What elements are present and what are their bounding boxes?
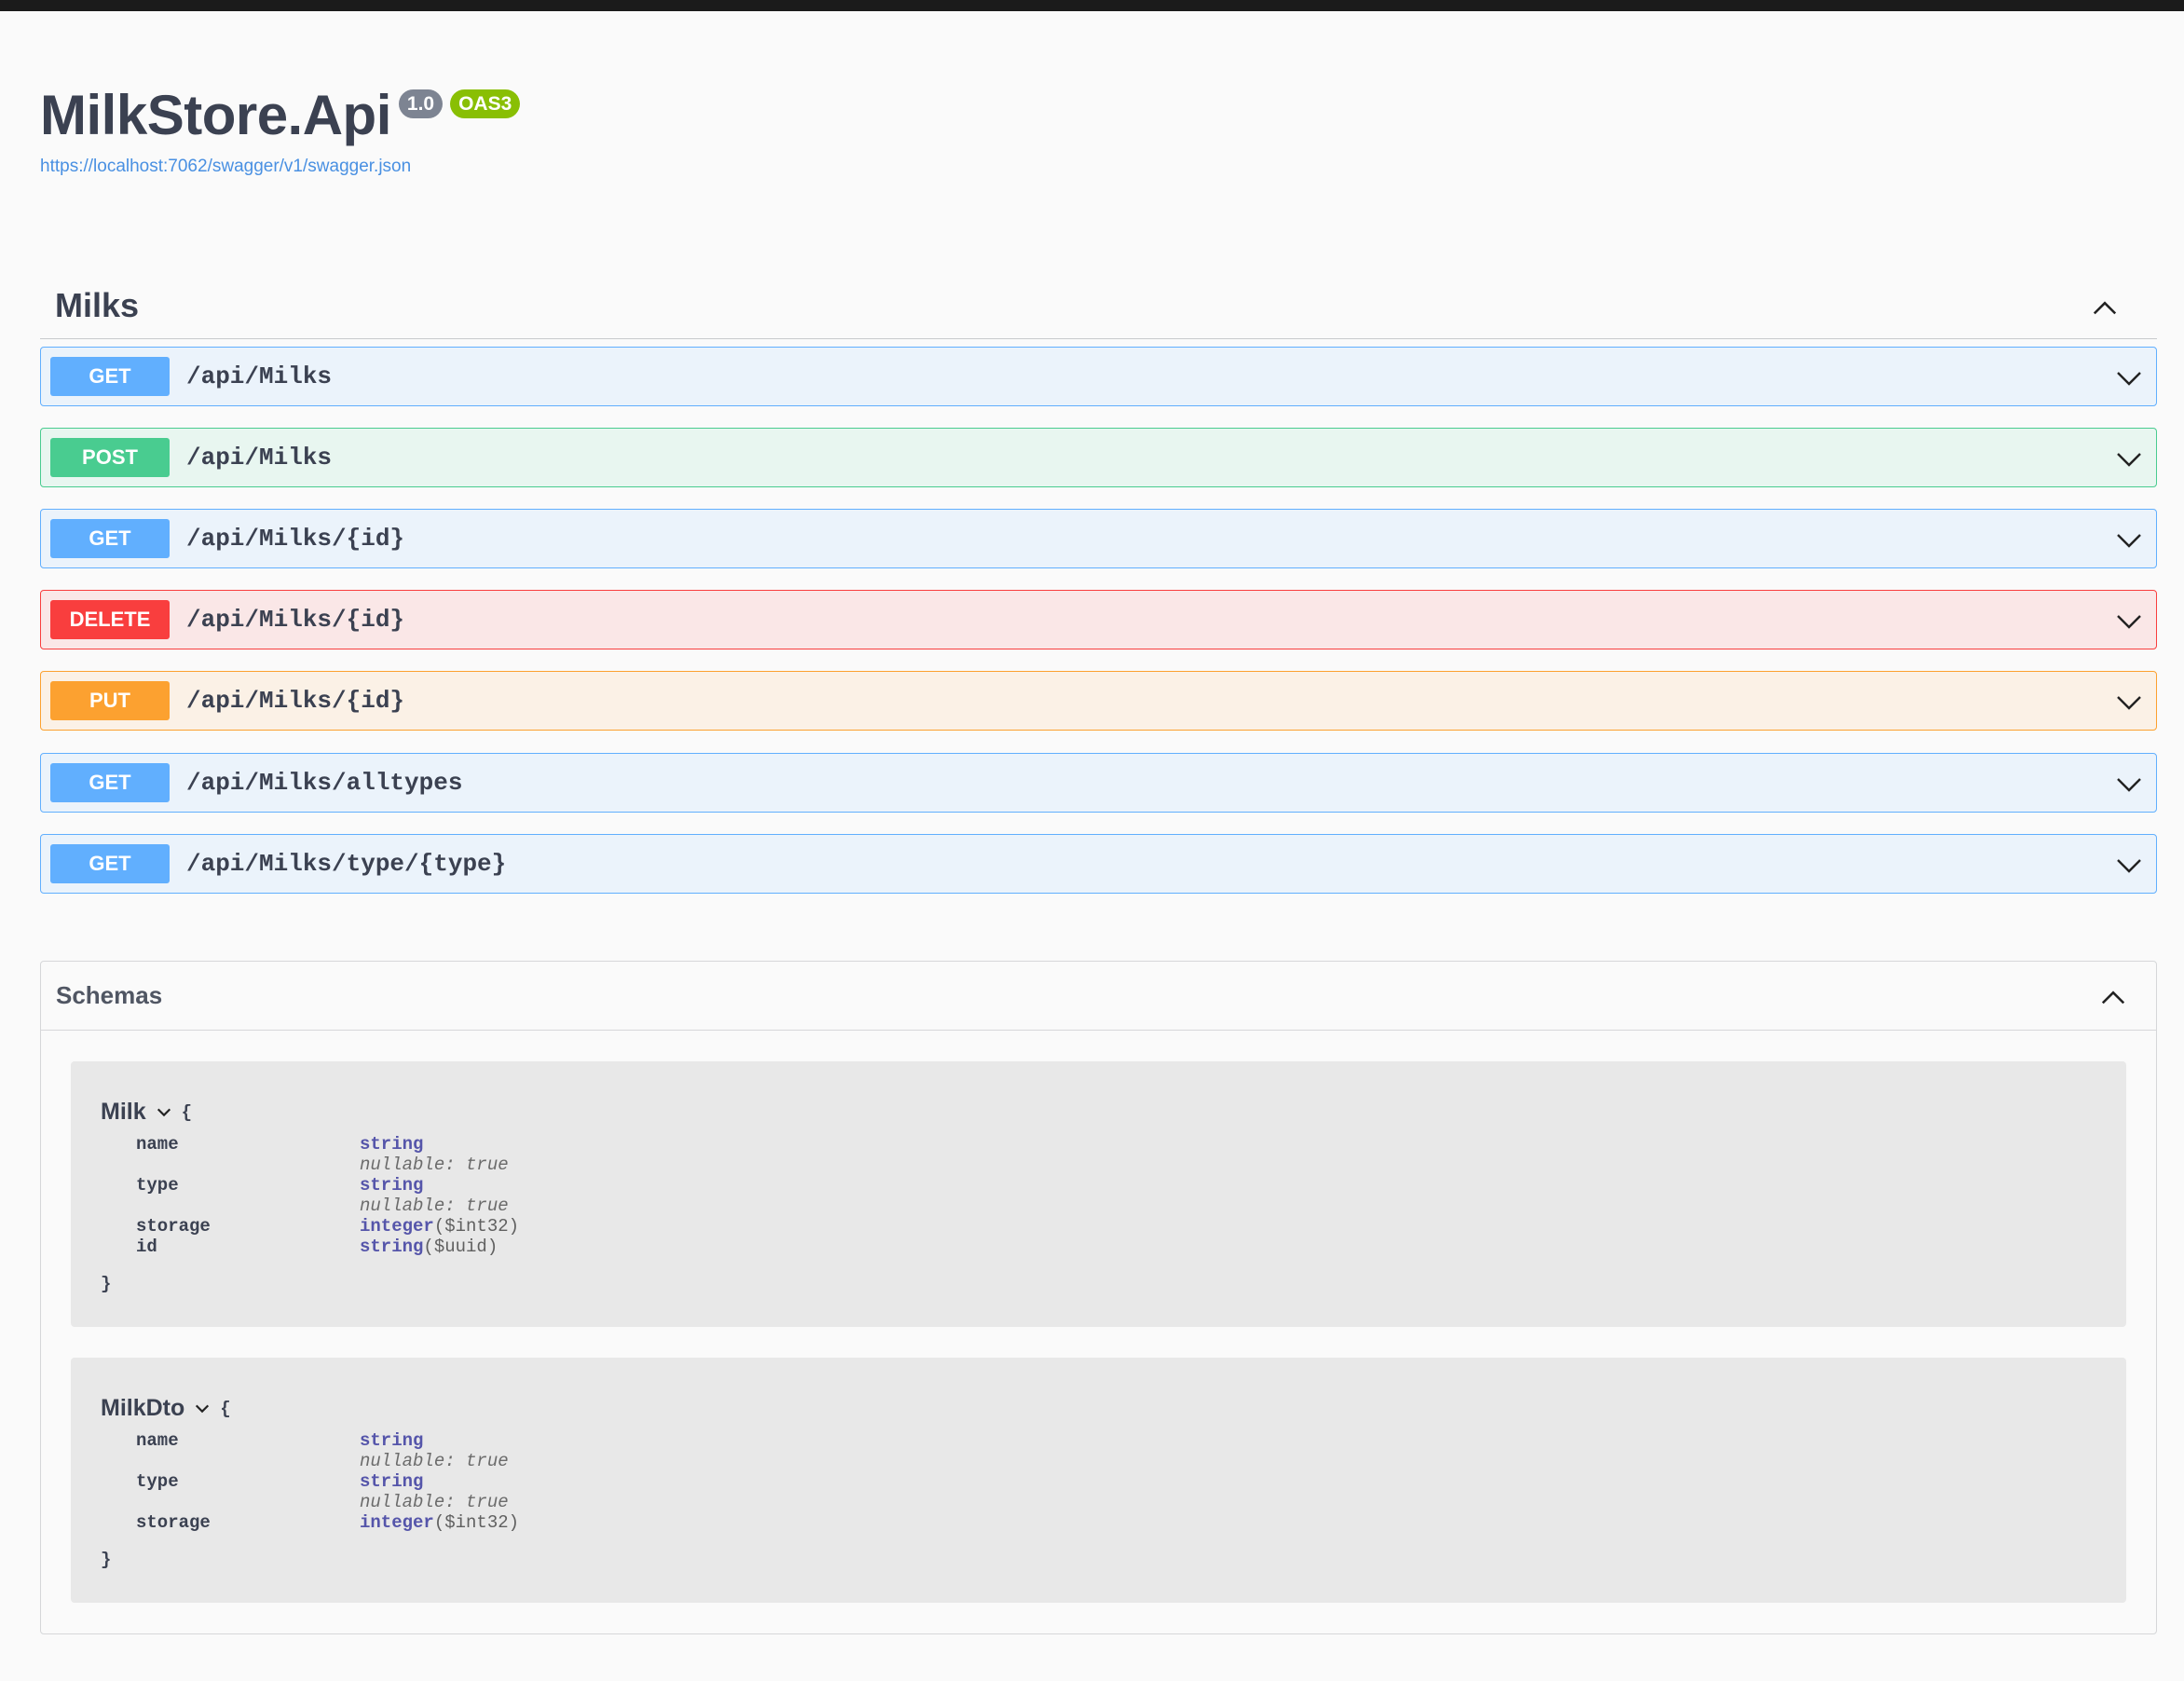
- operation-get-by-type[interactable]: GET /api/Milks/type/{type}: [40, 834, 2157, 894]
- tag-section-header[interactable]: Milks: [40, 272, 2157, 339]
- schemas-section: Schemas Milk { name string nullable: tru…: [40, 961, 2157, 1634]
- property-name: storage: [136, 1512, 211, 1533]
- method-badge: PUT: [50, 681, 170, 720]
- schemas-title: Schemas: [56, 981, 163, 1009]
- schemas-header[interactable]: Schemas: [41, 962, 2156, 1031]
- open-brace: {: [181, 1101, 193, 1123]
- chevron-down-icon[interactable]: [156, 1104, 172, 1121]
- chevron-down-icon[interactable]: [2115, 608, 2143, 636]
- operation-post-milks[interactable]: POST /api/Milks: [40, 428, 2157, 487]
- property-type: string: [360, 1175, 424, 1196]
- property-nullable: nullable: true: [360, 1196, 509, 1216]
- chevron-up-icon[interactable]: [2090, 293, 2120, 322]
- operation-path: /api/Milks/{id}: [186, 525, 405, 553]
- property-type: string($uuid): [360, 1237, 498, 1257]
- operation-path: /api/Milks/type/{type}: [186, 850, 507, 878]
- chevron-down-icon[interactable]: [2115, 526, 2143, 554]
- oas-badge: OAS3: [450, 89, 521, 118]
- property-name: storage: [136, 1216, 211, 1237]
- open-brace: {: [220, 1398, 231, 1419]
- top-bar: [0, 0, 2184, 11]
- model-header[interactable]: Milk {: [101, 1099, 192, 1126]
- method-badge: GET: [50, 519, 170, 558]
- operation-path: /api/Milks/{id}: [186, 687, 405, 715]
- property-nullable: nullable: true: [360, 1155, 509, 1175]
- spec-url-link[interactable]: https://localhost:7062/swagger/v1/swagge…: [40, 157, 520, 177]
- close-brace: }: [101, 1274, 112, 1294]
- property-type: string: [360, 1134, 424, 1155]
- property-name: name: [136, 1430, 179, 1451]
- method-badge: POST: [50, 438, 170, 477]
- model-name: Milk: [101, 1099, 146, 1125]
- model-name: MilkDto: [101, 1395, 185, 1421]
- property-name: type: [136, 1471, 179, 1492]
- chevron-up-icon[interactable]: [2098, 982, 2128, 1012]
- chevron-down-icon[interactable]: [2115, 364, 2143, 392]
- chevron-down-icon[interactable]: [2115, 852, 2143, 880]
- property-nullable: nullable: true: [360, 1492, 509, 1512]
- model-header[interactable]: MilkDto {: [101, 1395, 231, 1422]
- chevron-down-icon[interactable]: [194, 1401, 211, 1417]
- operation-get-milks[interactable]: GET /api/Milks: [40, 347, 2157, 406]
- operation-put-milk[interactable]: PUT /api/Milks/{id}: [40, 671, 2157, 731]
- method-badge: GET: [50, 357, 170, 396]
- operation-delete-milk[interactable]: DELETE /api/Milks/{id}: [40, 590, 2157, 649]
- api-info: MilkStore.Api 1.0 OAS3 https://localhost…: [40, 82, 521, 177]
- model-milkdto: MilkDto { name string nullable: true typ…: [71, 1358, 2126, 1603]
- property-name: name: [136, 1134, 179, 1155]
- tag-name: Milks: [55, 285, 140, 324]
- chevron-down-icon[interactable]: [2115, 771, 2143, 799]
- operation-path: /api/Milks: [186, 444, 333, 472]
- operation-path: /api/Milks: [186, 362, 333, 390]
- property-type: string: [360, 1430, 424, 1451]
- operation-path: /api/Milks/{id}: [186, 606, 405, 634]
- chevron-down-icon[interactable]: [2115, 689, 2143, 717]
- property-nullable: nullable: true: [360, 1451, 509, 1471]
- operation-get-milk-by-id[interactable]: GET /api/Milks/{id}: [40, 509, 2157, 568]
- chevron-down-icon[interactable]: [2115, 445, 2143, 473]
- property-type: integer($int32): [360, 1512, 520, 1533]
- operation-get-alltypes[interactable]: GET /api/Milks/alltypes: [40, 753, 2157, 813]
- close-brace: }: [101, 1550, 112, 1570]
- property-type: integer($int32): [360, 1216, 520, 1237]
- model-milk: Milk { name string nullable: true type s…: [71, 1061, 2126, 1327]
- method-badge: DELETE: [50, 600, 170, 639]
- version-badge: 1.0: [398, 89, 444, 118]
- api-title: MilkStore.Api: [40, 84, 391, 146]
- property-type: string: [360, 1471, 424, 1492]
- method-badge: GET: [50, 844, 170, 883]
- property-name: type: [136, 1175, 179, 1196]
- method-badge: GET: [50, 763, 170, 802]
- property-name: id: [136, 1237, 157, 1257]
- operation-path: /api/Milks/alltypes: [186, 769, 463, 797]
